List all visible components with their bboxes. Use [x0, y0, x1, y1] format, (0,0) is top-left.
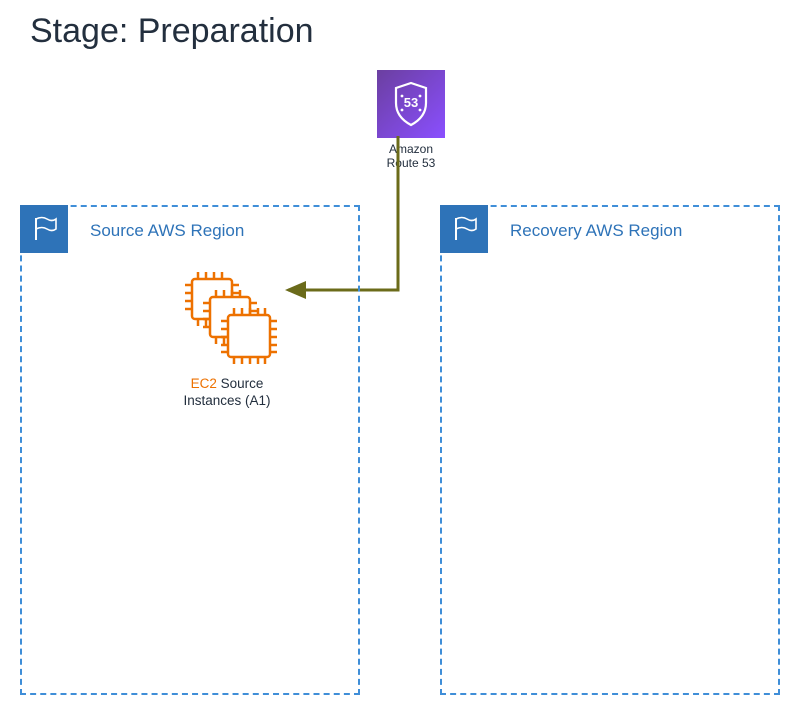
ec2-label-l2: Instances (A1) [183, 393, 270, 408]
flag-icon [20, 205, 68, 253]
ec2-node: EC2 Source Instances (A1) [162, 267, 292, 410]
flag-icon [440, 205, 488, 253]
route53-label-l1: Amazon [389, 142, 433, 156]
page-title: Stage: Preparation [30, 12, 314, 51]
route53-label: Amazon Route 53 [366, 142, 456, 171]
ec2-label-l1: Source [217, 376, 264, 391]
ec2-label: EC2 Source Instances (A1) [162, 376, 292, 410]
ec2-instances-icon [172, 267, 282, 367]
route53-badge-number: 53 [404, 95, 418, 110]
recovery-region-box: Recovery AWS Region [440, 205, 780, 695]
source-region-title: Source AWS Region [90, 221, 244, 241]
ec2-label-prefix: EC2 [191, 376, 217, 391]
route53-icon: 53 [377, 70, 445, 138]
recovery-region-title: Recovery AWS Region [510, 221, 682, 241]
route53-node: 53 Amazon Route 53 [366, 70, 456, 171]
source-region-box: Source AWS Region [20, 205, 360, 695]
route53-label-l2: Route 53 [387, 156, 436, 170]
